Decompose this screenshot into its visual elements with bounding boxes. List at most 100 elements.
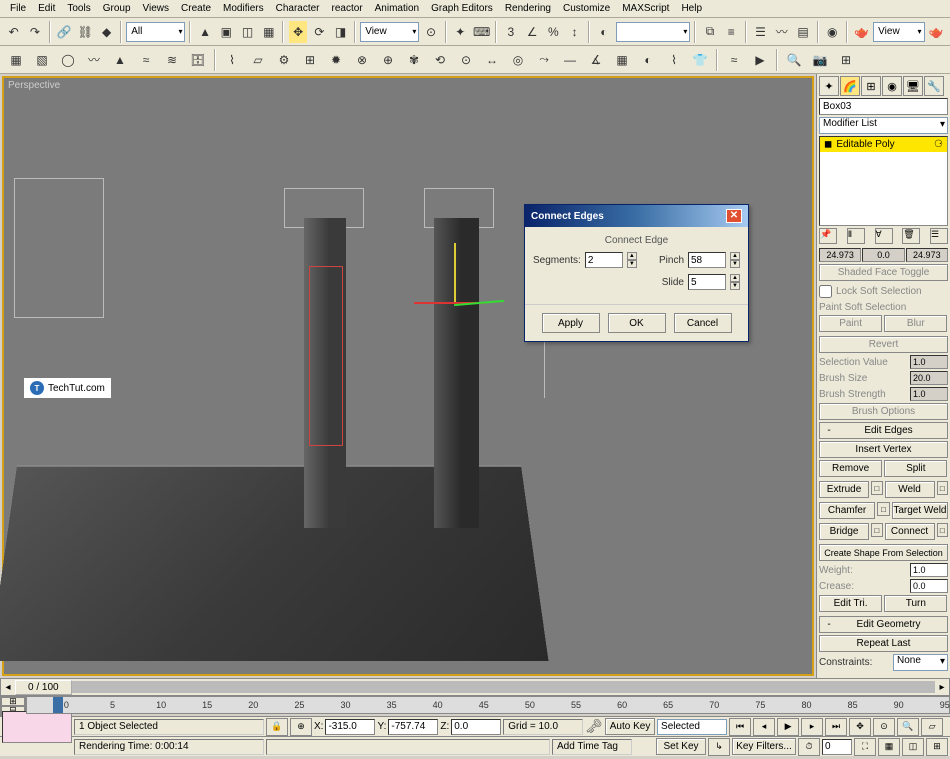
schematic-icon[interactable]: ▤ bbox=[793, 20, 812, 44]
menu-group[interactable]: Group bbox=[97, 1, 137, 16]
motion-tab-icon[interactable]: ◉ bbox=[882, 76, 902, 96]
hierarchy-tab-icon[interactable]: ⊞ bbox=[861, 76, 881, 96]
window-crossing-icon[interactable]: ▦ bbox=[259, 20, 278, 44]
linear-icon[interactable]: — bbox=[558, 48, 582, 72]
constraint2-icon[interactable]: ⊕ bbox=[376, 48, 400, 72]
display-tab-icon[interactable]: 🖥 bbox=[903, 76, 923, 96]
menu-rendering[interactable]: Rendering bbox=[499, 1, 557, 16]
menu-character[interactable]: Character bbox=[270, 1, 326, 16]
nav-zoom-all-icon[interactable]: ▦ bbox=[878, 738, 900, 756]
modify-tab-icon[interactable]: 🌈 bbox=[840, 76, 860, 96]
edit-tri-button[interactable]: Edit Tri. bbox=[819, 595, 882, 612]
rotate-icon[interactable]: ⟳ bbox=[310, 20, 329, 44]
unlink-icon[interactable]: ⛓ bbox=[76, 20, 95, 44]
curve-editor-icon[interactable]: 〰 bbox=[772, 20, 791, 44]
menu-modifiers[interactable]: Modifiers bbox=[217, 1, 270, 16]
track-left-icon[interactable]: ◂ bbox=[1, 682, 15, 693]
viewport[interactable]: Perspective T TechTut.com Connect Edg bbox=[2, 76, 814, 676]
abs-rel-icon[interactable]: ⊕ bbox=[290, 718, 312, 736]
connect-button[interactable]: Connect bbox=[885, 523, 935, 540]
weld-button[interactable]: Weld bbox=[885, 481, 935, 498]
key-mode-icon[interactable]: ↳ bbox=[708, 738, 730, 756]
nav-region-icon[interactable]: ◫ bbox=[902, 738, 924, 756]
toy-car-icon[interactable]: ⊞ bbox=[298, 48, 322, 72]
bridge-button[interactable]: Bridge bbox=[819, 523, 869, 540]
modifier-stack[interactable]: ◼ Editable Poly ⚆ bbox=[819, 136, 948, 226]
menu-edit[interactable]: Edit bbox=[32, 1, 61, 16]
menu-file[interactable]: File bbox=[4, 1, 32, 16]
selection-value-input[interactable] bbox=[910, 355, 948, 369]
shirt-icon[interactable]: 👕 bbox=[688, 48, 712, 72]
snap-icon[interactable]: 3 bbox=[501, 20, 520, 44]
prev-frame-icon[interactable]: ◂ bbox=[753, 718, 775, 736]
menu-tools[interactable]: Tools bbox=[61, 1, 96, 16]
slider-track[interactable] bbox=[72, 681, 935, 693]
hinge-icon[interactable]: ⟲ bbox=[428, 48, 452, 72]
render-scene-icon[interactable]: 🫖 bbox=[852, 20, 871, 44]
link-icon[interactable]: 🔗 bbox=[55, 20, 74, 44]
script-listener[interactable] bbox=[2, 711, 72, 743]
menu-animation[interactable]: Animation bbox=[369, 1, 425, 16]
show-result-icon[interactable]: Ⅱ bbox=[847, 228, 865, 244]
ragdoll-icon[interactable]: ✾ bbox=[402, 48, 426, 72]
nav-fov-icon[interactable]: ▱ bbox=[921, 718, 943, 736]
time-slider[interactable]: 0 / 100 bbox=[15, 680, 72, 695]
menu-help[interactable]: Help bbox=[675, 1, 708, 16]
menu-customize[interactable]: Customize bbox=[557, 1, 616, 16]
split-button[interactable]: Split bbox=[884, 460, 947, 477]
select-region-icon[interactable]: ◫ bbox=[238, 20, 257, 44]
rigid-body-icon[interactable]: ▦ bbox=[4, 48, 28, 72]
configure-icon[interactable]: ☰ bbox=[930, 228, 948, 244]
key-filters-button[interactable]: Key Filters... bbox=[732, 738, 796, 755]
remove-button[interactable]: Remove bbox=[819, 460, 882, 477]
keyboard-icon[interactable]: ⌨ bbox=[472, 20, 491, 44]
wind-icon[interactable]: ≋ bbox=[160, 48, 184, 72]
cloth-icon[interactable]: ▧ bbox=[30, 48, 54, 72]
constraint1-icon[interactable]: ⊗ bbox=[350, 48, 374, 72]
redo-icon[interactable]: ↷ bbox=[25, 20, 44, 44]
analyze-icon[interactable]: 🔍 bbox=[782, 48, 806, 72]
create-shape-button[interactable]: Create Shape From Selection bbox=[819, 544, 948, 561]
add-time-tag[interactable]: Add Time Tag bbox=[552, 739, 632, 755]
current-frame-indicator[interactable] bbox=[53, 697, 63, 713]
current-frame-input[interactable] bbox=[822, 739, 852, 755]
remove-mod-icon[interactable]: 🗑 bbox=[902, 228, 920, 244]
weight-input[interactable] bbox=[910, 563, 948, 577]
deforming-mesh-icon[interactable]: ▲ bbox=[108, 48, 132, 72]
angular-icon[interactable]: ∡ bbox=[584, 48, 608, 72]
edit-geometry-rollout[interactable]: -Edit Geometry bbox=[819, 616, 948, 633]
brush-strength-input[interactable] bbox=[910, 387, 948, 401]
nav-pan-icon[interactable]: ✥ bbox=[849, 718, 871, 736]
expand-icon[interactable]: ◼ bbox=[824, 139, 832, 150]
manipulate-icon[interactable]: ✦ bbox=[451, 20, 470, 44]
edit-edges-rollout[interactable]: -Edit Edges bbox=[819, 422, 948, 439]
plane-icon[interactable]: ▱ bbox=[246, 48, 270, 72]
modifier-list-dropdown[interactable]: Modifier List bbox=[819, 117, 948, 134]
close-icon[interactable]: ✕ bbox=[726, 209, 742, 223]
menu-reactor[interactable]: reactor bbox=[326, 1, 369, 16]
fracture-icon[interactable]: ✹ bbox=[324, 48, 348, 72]
constraints-dropdown[interactable]: None bbox=[893, 654, 948, 671]
repeat-last-button[interactable]: Repeat Last bbox=[819, 635, 948, 652]
move-icon[interactable]: ✥ bbox=[288, 20, 307, 44]
utility-icon[interactable]: ⊞ bbox=[834, 48, 858, 72]
crease-input[interactable] bbox=[910, 579, 948, 593]
apply-button[interactable]: Apply bbox=[542, 313, 600, 333]
paint-button[interactable]: Paint bbox=[819, 315, 882, 332]
utilities-tab-icon[interactable]: 🔧 bbox=[924, 76, 944, 96]
connect-settings-icon[interactable]: □ bbox=[937, 523, 948, 537]
water-icon[interactable]: ≈ bbox=[134, 48, 158, 72]
dialog-titlebar[interactable]: Connect Edges ✕ bbox=[525, 205, 748, 227]
bind-icon[interactable]: ◆ bbox=[97, 20, 116, 44]
soft-body-icon[interactable]: ◯ bbox=[56, 48, 80, 72]
create-anim-icon[interactable]: 📷 bbox=[808, 48, 832, 72]
scale-icon[interactable]: ◨ bbox=[331, 20, 350, 44]
ok-button[interactable]: OK bbox=[608, 313, 666, 333]
point-path-icon[interactable]: ⤳ bbox=[532, 48, 556, 72]
lock-soft-checkbox[interactable] bbox=[819, 285, 832, 298]
spinner-snap-icon[interactable]: ↕ bbox=[565, 20, 584, 44]
rope-mod-icon[interactable]: ⌇ bbox=[662, 48, 686, 72]
water-space-icon[interactable]: ≈ bbox=[722, 48, 746, 72]
slide-input[interactable] bbox=[688, 274, 726, 290]
point-point-icon[interactable]: ⊙ bbox=[454, 48, 478, 72]
